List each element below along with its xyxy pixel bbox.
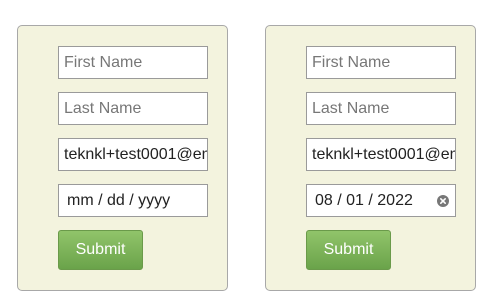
submit-button[interactable]: Submit (58, 230, 143, 270)
clear-circle-icon[interactable] (437, 195, 449, 207)
email-input[interactable]: teknkl+test0001@em (306, 138, 456, 171)
submit-button[interactable]: Submit (306, 230, 391, 270)
email-input[interactable]: teknkl+test0001@em (58, 138, 208, 171)
form-panel-left: First Name Last Name teknkl+test0001@em … (17, 25, 228, 291)
last-name-input[interactable]: Last Name (58, 92, 208, 125)
date-input[interactable]: 08 / 01 / 2022 (306, 184, 456, 217)
last-name-input[interactable]: Last Name (306, 92, 456, 125)
first-name-input[interactable]: First Name (58, 46, 208, 79)
form-panel-right: First Name Last Name teknkl+test0001@em … (265, 25, 476, 291)
first-name-input[interactable]: First Name (306, 46, 456, 79)
date-value: 08 / 01 / 2022 (315, 192, 413, 209)
date-input[interactable]: mm / dd / yyyy (58, 184, 208, 217)
